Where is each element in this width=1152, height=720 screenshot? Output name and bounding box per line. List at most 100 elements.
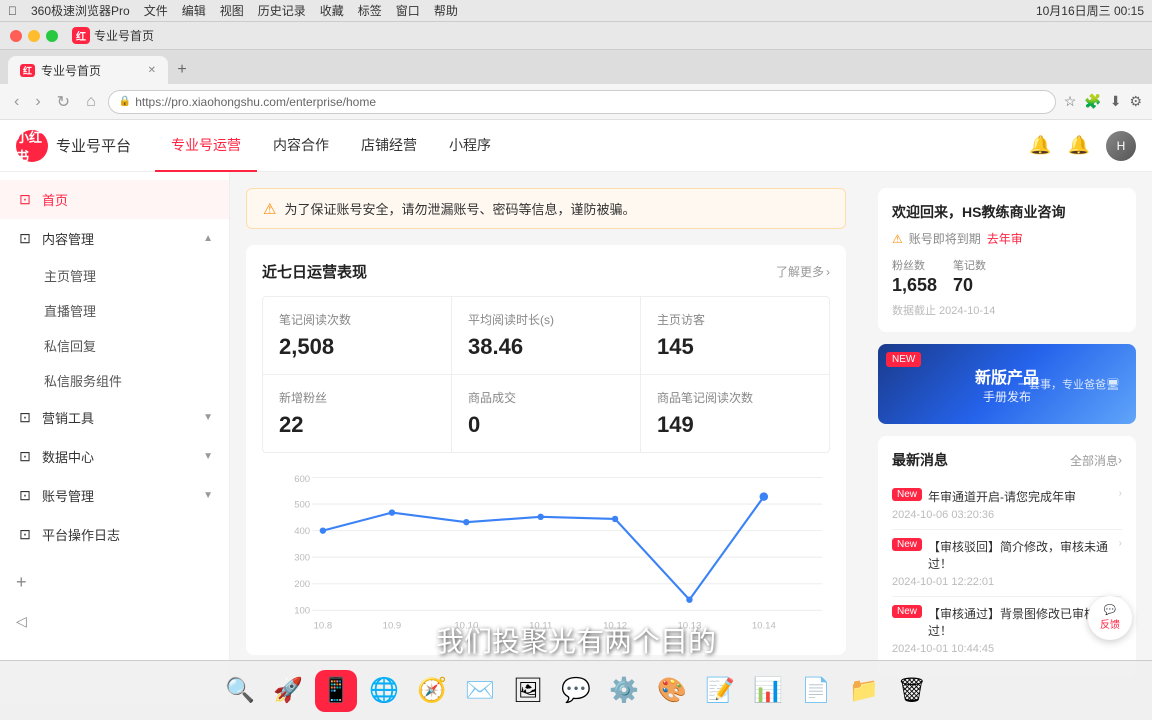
dock-trash[interactable]: 🗑 bbox=[891, 670, 933, 712]
sidebar-item-log[interactable]: ⊡ 平台操作日志 bbox=[0, 515, 229, 554]
stat-read-count-label: 笔记阅读次数 bbox=[279, 311, 435, 328]
logo-badge: 小红书 bbox=[16, 130, 48, 162]
sidebar-item-marketing[interactable]: ⊡ 营销工具 ▼ bbox=[0, 398, 229, 437]
sidebar-collapse-button[interactable]: ◁ bbox=[0, 603, 230, 640]
back-button[interactable]: ‹ bbox=[10, 91, 23, 113]
nav-item-content[interactable]: 内容合作 bbox=[257, 120, 345, 172]
sidebar-item-home[interactable]: ⊡ 首页 bbox=[0, 180, 229, 219]
news-title: 最新消息 bbox=[892, 450, 948, 470]
sidebar-item-account[interactable]: ⊡ 账号管理 ▼ bbox=[0, 476, 229, 515]
sidebar-label-content: 内容管理 bbox=[42, 229, 195, 248]
menu-file[interactable]: 文件 bbox=[144, 2, 168, 19]
sidebar-bottom-area: + ◁ bbox=[0, 562, 230, 640]
address-bar[interactable]: 🔒 https://pro.xiaohongshu.com/enterprise… bbox=[108, 90, 1056, 114]
data-icon: ⊡ bbox=[16, 448, 34, 465]
refresh-button[interactable]: ↻ bbox=[53, 90, 74, 114]
account-stats-row: 粉丝数 1,658 笔记数 70 bbox=[892, 257, 1122, 296]
download-icon[interactable]: ⬇ bbox=[1110, 93, 1122, 110]
dock-app1[interactable]: 📱 bbox=[315, 670, 357, 712]
home-button[interactable]: ⌂ bbox=[82, 91, 100, 113]
browser-nav-right: ☆ 🧩 ⬇ ⚙ bbox=[1064, 93, 1142, 110]
stat-homepage-visitors: 主页访客 145 bbox=[641, 297, 829, 374]
dock-finder2[interactable]: 📁 bbox=[843, 670, 885, 712]
learn-more-link[interactable]: 了解更多 › bbox=[776, 263, 830, 280]
expire-link[interactable]: 去年审 bbox=[987, 230, 1023, 247]
banner-badge: NEW bbox=[886, 352, 921, 367]
alert-icon[interactable]: 🔔 bbox=[1068, 135, 1090, 156]
dock-mail[interactable]: ✉️ bbox=[459, 670, 501, 712]
tab-bar: 红 专业号首页 ✕ + bbox=[0, 50, 1152, 84]
minimize-button[interactable] bbox=[28, 30, 40, 42]
tab-close-button[interactable]: ✕ bbox=[148, 65, 156, 76]
new-tab-button[interactable]: + bbox=[168, 56, 196, 84]
app-top-nav: 小红书 专业号平台 专业号运营 内容合作 店铺经营 小程序 🔔 🔔 H bbox=[0, 120, 1152, 172]
menu-help[interactable]: 帮助 bbox=[434, 2, 458, 19]
sidebar-item-content[interactable]: ⊡ 内容管理 ▲ bbox=[0, 219, 229, 258]
sidebar-sub-live[interactable]: 直播管理 bbox=[0, 293, 229, 328]
tab-favicon: 红 bbox=[20, 64, 35, 77]
dock-photoshop[interactable]: 🎨 bbox=[651, 670, 693, 712]
star-icon[interactable]: ☆ bbox=[1064, 93, 1077, 110]
log-icon: ⊡ bbox=[16, 526, 34, 543]
menu-view[interactable]: 视图 bbox=[220, 2, 244, 19]
content-area: ⚠ 为了保证账号安全，请勿泄漏账号、密码等信息，谨防被骗。 近七日运营表现 了解… bbox=[230, 172, 862, 705]
tab-title: 专业号首页 bbox=[41, 62, 101, 79]
menu-bookmarks[interactable]: 收藏 bbox=[320, 2, 344, 19]
stat-read-time: 平均阅读时长(s) 38.46 bbox=[452, 297, 640, 374]
svg-text:600: 600 bbox=[294, 474, 310, 485]
dock-launchpad[interactable]: 🚀 bbox=[267, 670, 309, 712]
dock-notes[interactable]: 📝 bbox=[699, 670, 741, 712]
svg-text:10.14: 10.14 bbox=[752, 620, 777, 631]
news-item-0[interactable]: New 年审通道开启-请您完成年审 › 2024-10-06 03:20:36 bbox=[892, 480, 1122, 530]
dock-chrome[interactable]: 🌐 bbox=[363, 670, 405, 712]
news-badge-1: New bbox=[892, 538, 922, 551]
sidebar-item-data[interactable]: ⊡ 数据中心 ▼ bbox=[0, 437, 229, 476]
dock-word[interactable]: 📄 bbox=[795, 670, 837, 712]
menu-window[interactable]: 窗口 bbox=[396, 2, 420, 19]
app-menu-360[interactable]: 360极速浏览器Pro bbox=[31, 2, 130, 19]
dock-excel[interactable]: 📊 bbox=[747, 670, 789, 712]
window-controls[interactable] bbox=[10, 30, 58, 42]
nav-item-operations[interactable]: 专业号运营 bbox=[155, 120, 257, 172]
all-news-link[interactable]: 全部消息 › bbox=[1070, 452, 1122, 469]
performance-title: 近七日运营表现 bbox=[262, 261, 367, 282]
apple-icon[interactable]:  bbox=[8, 4, 17, 18]
notification-bell-icon[interactable]: 🔔 bbox=[1029, 135, 1051, 156]
account-icon: ⊡ bbox=[16, 487, 34, 504]
settings-icon[interactable]: ⚙ bbox=[1129, 93, 1142, 110]
dock-messages[interactable]: 💬 bbox=[555, 670, 597, 712]
sidebar-sub-dm-reply[interactable]: 私信回复 bbox=[0, 328, 229, 363]
promo-banner[interactable]: NEW 新版产品 手册发布 一套事，专业爸爸🖥 bbox=[878, 344, 1136, 424]
menu-history[interactable]: 历史记录 bbox=[258, 2, 306, 19]
marketing-expand-icon: ▼ bbox=[203, 412, 213, 423]
sidebar-add-button[interactable]: + bbox=[0, 562, 230, 603]
news-item-0-row: New 年审通道开启-请您完成年审 › bbox=[892, 488, 1122, 505]
extensions-icon[interactable]: 🧩 bbox=[1084, 93, 1101, 110]
user-avatar[interactable]: H bbox=[1106, 131, 1136, 161]
feedback-button[interactable]: 💬 反馈 bbox=[1088, 596, 1132, 640]
notes-value: 70 bbox=[953, 275, 986, 296]
forward-button[interactable]: › bbox=[31, 91, 44, 113]
sidebar-sub-homepage[interactable]: 主页管理 bbox=[0, 258, 229, 293]
sidebar-label-home: 首页 bbox=[42, 190, 213, 209]
news-badge-0: New bbox=[892, 488, 922, 501]
dock-finder[interactable]: 🔍 bbox=[219, 670, 261, 712]
close-button[interactable] bbox=[10, 30, 22, 42]
performance-card: 近七日运营表现 了解更多 › 笔记阅读次数 2,508 平均阅读时长(s) 38… bbox=[246, 245, 846, 655]
nav-item-miniapp[interactable]: 小程序 bbox=[433, 120, 507, 172]
news-item-0-time: 2024-10-06 03:20:36 bbox=[892, 509, 1122, 521]
dock-settings[interactable]: ⚙️ bbox=[603, 670, 645, 712]
news-chevron-icon: › bbox=[1118, 453, 1122, 467]
menu-edit[interactable]: 编辑 bbox=[182, 2, 206, 19]
menu-tabs[interactable]: 标签 bbox=[358, 2, 382, 19]
browser-tab-active[interactable]: 红 专业号首页 ✕ bbox=[8, 56, 168, 84]
chart-svg: 600 500 400 300 200 100 10.8 10.9 bbox=[262, 469, 830, 639]
stat-read-count-value: 2,508 bbox=[279, 334, 435, 360]
news-item-2[interactable]: New 【审核通过】背景图修改已审核通过！ › 2024-10-01 10:44… bbox=[892, 597, 1122, 663]
nav-item-store[interactable]: 店铺经营 bbox=[345, 120, 433, 172]
maximize-button[interactable] bbox=[46, 30, 58, 42]
dock-safari[interactable]: 🧭 bbox=[411, 670, 453, 712]
sidebar-sub-dm-service[interactable]: 私信服务组件 bbox=[0, 363, 229, 398]
news-item-1[interactable]: New 【审核驳回】简介修改，审核未通过！ › 2024-10-01 12:22… bbox=[892, 530, 1122, 597]
dock-photos[interactable]: 🖼 bbox=[507, 670, 549, 712]
